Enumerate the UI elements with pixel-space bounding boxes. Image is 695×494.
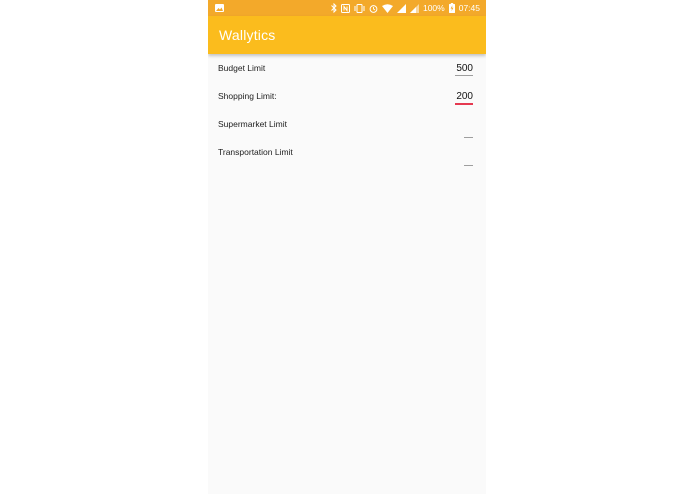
wifi-icon [381,3,393,13]
supermarket-limit-input[interactable] [464,119,473,139]
nfc-icon [340,3,350,13]
signal-icon [409,3,419,13]
app-title: Wallytics [219,27,276,43]
clock-time: 07:45 [458,3,480,13]
vibrate-icon [354,3,365,13]
battery-percent: 100% [422,3,445,13]
input-underline [455,75,473,76]
bluetooth-icon [331,3,337,13]
transportation-limit-input[interactable] [464,147,473,167]
image-icon [215,4,224,12]
signal-icon [396,3,406,13]
shopping-limit-label: Shopping Limit: [218,91,277,101]
shopping-limit-input[interactable]: 200 [455,91,473,106]
budget-limit-label: Budget Limit [218,63,266,73]
input-underline [464,137,473,138]
budget-limit-input[interactable]: 500 [455,63,473,77]
transportation-limit-label: Transportation Limit [218,147,293,157]
supermarket-limit-row: Supermarket Limit [208,119,486,147]
transportation-limit-row: Transportation Limit [208,147,486,175]
budget-limit-row: Budget Limit 500 [208,63,486,91]
input-underline-focused [455,103,473,105]
input-underline [464,165,473,166]
alarm-icon [369,4,378,13]
supermarket-limit-label: Supermarket Limit [218,119,287,129]
status-bar: 100% 07:45 [208,0,486,16]
phone-screen: 100% 07:45 Wallytics Budget Limit 500 Sh… [208,0,486,494]
shopping-limit-row: Shopping Limit: 200 [208,91,486,119]
status-icons: 100% 07:45 [331,2,480,14]
app-bar: Wallytics [208,16,486,54]
battery-charging-icon [448,3,455,13]
